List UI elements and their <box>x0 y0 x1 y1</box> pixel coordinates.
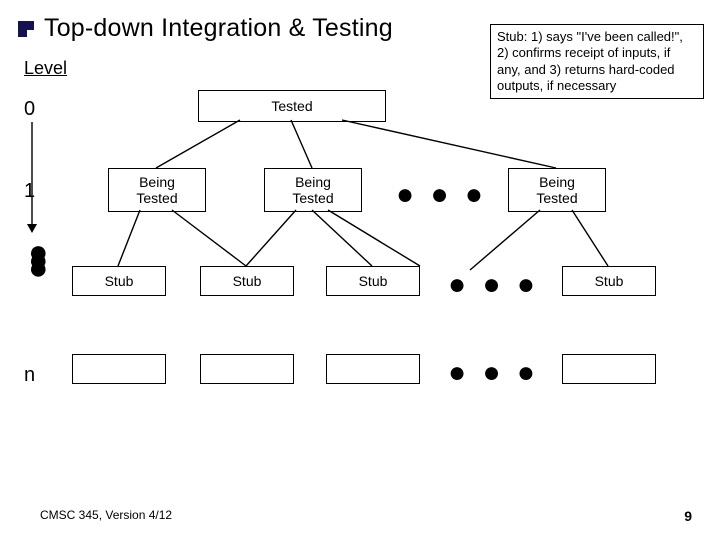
footer-course-version: CMSC 345, Version 4/12 <box>40 508 172 522</box>
stub-definition-callout: Stub: 1) says "I've been called!", 2) co… <box>490 24 704 99</box>
level-n-label: n <box>24 364 35 387</box>
node-being-tested-1: Being Tested <box>108 168 206 212</box>
level-1-label: 1 <box>24 180 35 203</box>
ellipsis-level1: ● ● ● <box>396 178 487 212</box>
ellipsis-leaf: ● ● ● <box>448 356 539 390</box>
node-leaf-4 <box>562 354 656 384</box>
ellipsis-stub: ● ● ● <box>448 268 539 302</box>
arrow-down-icon <box>27 224 37 233</box>
title-bullet-icon <box>18 21 34 37</box>
node-tested: Tested <box>198 90 386 122</box>
node-being-tested-2: Being Tested <box>264 168 362 212</box>
node-leaf-2 <box>200 354 294 384</box>
vertical-ellipsis-icon: ●●● <box>28 248 49 272</box>
node-being-tested-3: Being Tested <box>508 168 606 212</box>
node-stub-1: Stub <box>72 266 166 296</box>
node-stub-4: Stub <box>562 266 656 296</box>
level-0-label: 0 <box>24 98 35 121</box>
node-leaf-3 <box>326 354 420 384</box>
node-leaf-1 <box>72 354 166 384</box>
node-stub-3: Stub <box>326 266 420 296</box>
level-heading: Level <box>24 58 67 79</box>
slide-title: Top-down Integration & Testing <box>44 14 393 43</box>
footer-page-number: 9 <box>684 508 692 524</box>
node-stub-2: Stub <box>200 266 294 296</box>
